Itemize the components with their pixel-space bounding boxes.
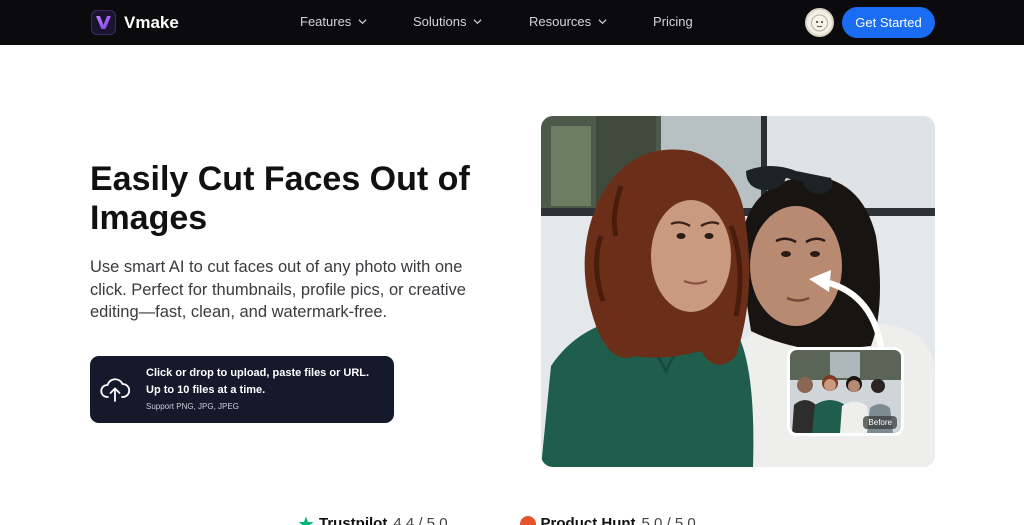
- hero-subtitle: Use smart AI to cut faces out of any pho…: [90, 258, 466, 321]
- nav-resources[interactable]: Resources: [529, 14, 607, 29]
- nav-pricing[interactable]: Pricing: [653, 14, 693, 29]
- upload-limit: Up to 10 files at a time.: [146, 384, 266, 396]
- cloud-upload-icon: [100, 378, 130, 402]
- before-label: Before: [863, 416, 897, 429]
- brand-logo[interactable]: Vmake: [91, 10, 179, 35]
- chevron-down-icon: [473, 19, 482, 25]
- product-hunt-score: 5.0 / 5.0: [641, 515, 696, 525]
- upload-instruction: Click or drop to upload, paste files or …: [146, 367, 370, 379]
- page-title: Easily Cut Faces Out of Images: [90, 160, 470, 237]
- trustpilot-score: 4.4 / 5.0: [393, 515, 448, 525]
- vmake-logo-icon: [91, 10, 116, 35]
- get-started-button[interactable]: Get Started: [842, 7, 935, 38]
- nav-solutions[interactable]: Solutions: [413, 14, 482, 29]
- nav-solutions-label: Solutions: [413, 14, 467, 29]
- before-thumbnail[interactable]: Before: [787, 347, 904, 436]
- nav-features-label: Features: [300, 14, 352, 29]
- nav-pricing-label: Pricing: [653, 14, 693, 29]
- nav-resources-label: Resources: [529, 14, 592, 29]
- product-hunt-icon: [519, 515, 536, 525]
- avatar-illustration-icon: [811, 14, 828, 32]
- brand-name: Vmake: [124, 12, 179, 32]
- user-avatar[interactable]: [805, 8, 834, 37]
- product-hunt-name: Product Hunt: [540, 515, 636, 525]
- upload-dropzone[interactable]: Click or drop to upload, paste files or …: [90, 356, 394, 423]
- upload-formats: Support PNG, JPG, JPEG: [146, 402, 239, 411]
- chevron-down-icon: [598, 19, 607, 25]
- ratings-row: Trustpilot 4.4 / 5.0 Product Hunt 5.0 / …: [298, 515, 696, 525]
- nav-features[interactable]: Features: [300, 14, 367, 29]
- trustpilot-star-icon: [298, 516, 314, 525]
- top-navbar: Vmake Features Solutions Resources Prici…: [0, 0, 1024, 45]
- trustpilot-name: Trustpilot: [319, 515, 388, 525]
- chevron-down-icon: [358, 19, 367, 25]
